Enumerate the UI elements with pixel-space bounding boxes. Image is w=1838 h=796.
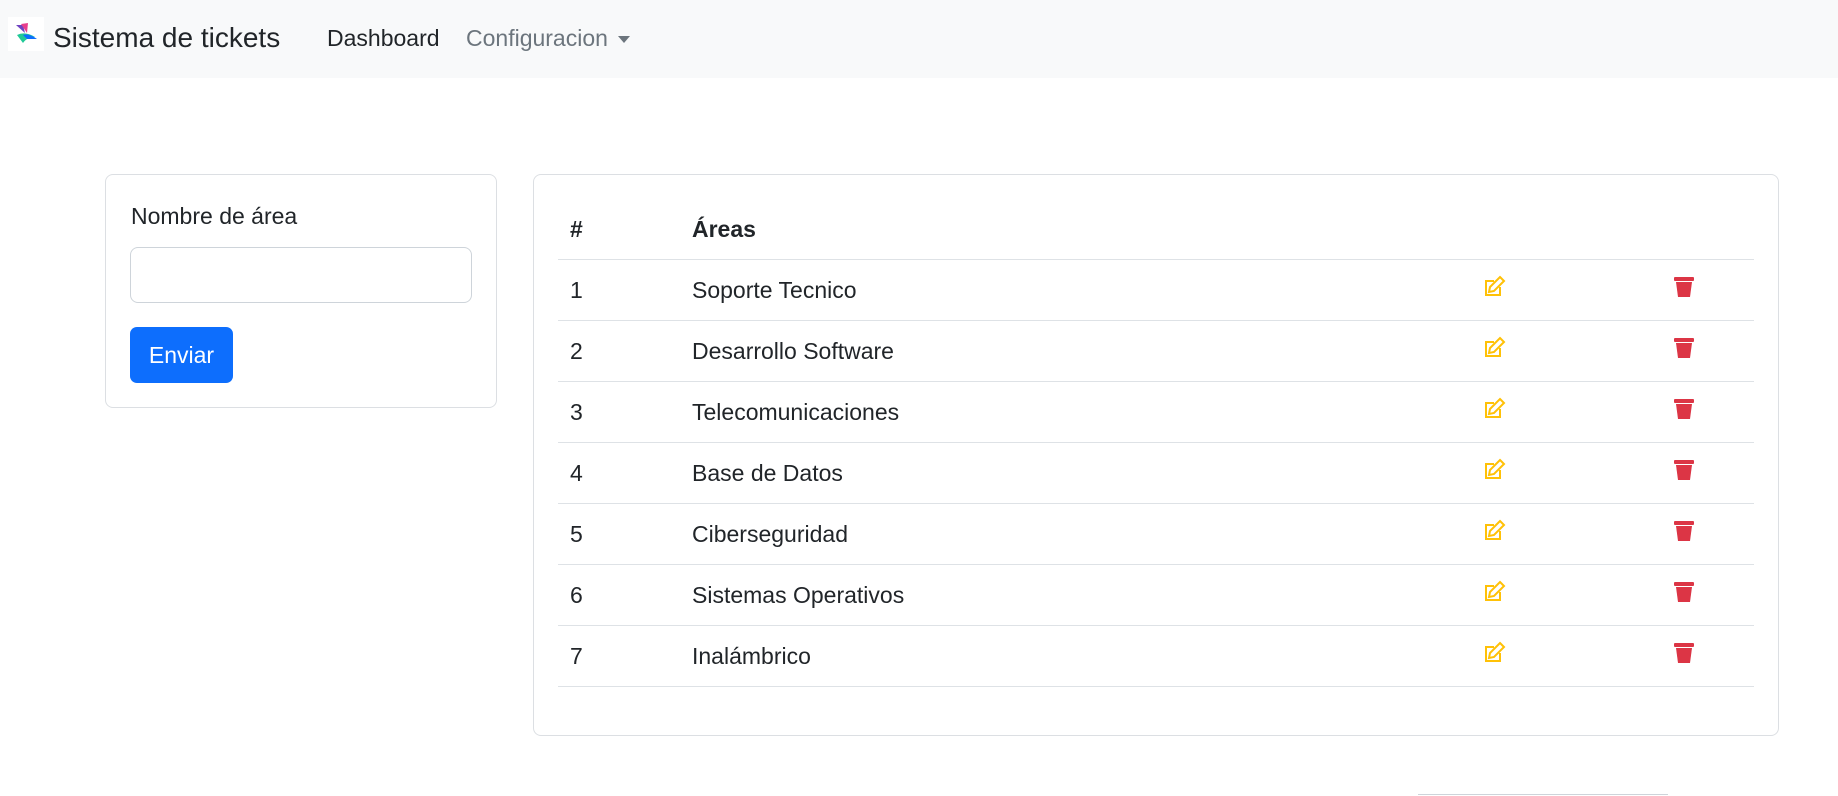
- nav-configuracion-dropdown[interactable]: Configuracion: [466, 22, 630, 54]
- trash-icon[interactable]: [1607, 580, 1695, 604]
- edit-icon[interactable]: [1452, 275, 1506, 299]
- row-area-name: Ciberseguridad: [692, 503, 1452, 565]
- nav-dashboard-link[interactable]: Dashboard: [327, 22, 440, 54]
- areas-table: # Áreas 1 Soporte Tecnico 2 Desarrollo S…: [558, 199, 1754, 687]
- edit-icon[interactable]: [1452, 458, 1506, 482]
- row-number: 5: [558, 503, 692, 565]
- header-delete: [1607, 199, 1754, 260]
- row-area-name: Inalámbrico: [692, 625, 1452, 687]
- row-number: 2: [558, 320, 692, 382]
- header-number: #: [558, 199, 692, 260]
- row-number: 3: [558, 381, 692, 443]
- area-name-input[interactable]: [130, 247, 472, 303]
- area-form-card: Nombre de área Enviar: [105, 174, 497, 408]
- table-row: 5 Ciberseguridad: [558, 503, 1754, 565]
- edit-icon[interactable]: [1452, 641, 1506, 665]
- table-header-row: # Áreas: [558, 199, 1754, 260]
- table-row: 6 Sistemas Operativos: [558, 564, 1754, 626]
- trash-icon[interactable]: [1607, 641, 1695, 665]
- trash-icon[interactable]: [1607, 458, 1695, 482]
- table-row: 1 Soporte Tecnico: [558, 259, 1754, 321]
- trash-icon[interactable]: [1607, 519, 1695, 543]
- row-number: 4: [558, 442, 692, 504]
- edit-icon[interactable]: [1452, 397, 1506, 421]
- header-edit: [1452, 199, 1607, 260]
- bottom-divider: [1418, 794, 1668, 795]
- area-name-label: Nombre de área: [131, 203, 298, 229]
- edit-icon[interactable]: [1452, 580, 1506, 604]
- areas-table-card: # Áreas 1 Soporte Tecnico 2 Desarrollo S…: [533, 174, 1779, 736]
- row-number: 7: [558, 625, 692, 687]
- header-areas: Áreas: [692, 199, 1452, 260]
- table-row: 4 Base de Datos: [558, 442, 1754, 504]
- top-navbar: Sistema de tickets Dashboard Configuraci…: [0, 0, 1838, 78]
- row-area-name: Desarrollo Software: [692, 320, 1452, 382]
- row-number: 6: [558, 564, 692, 626]
- caret-down-icon: [617, 35, 630, 43]
- edit-icon[interactable]: [1452, 336, 1506, 360]
- row-area-name: Sistemas Operativos: [692, 564, 1452, 626]
- row-area-name: Soporte Tecnico: [692, 259, 1452, 321]
- brand-title[interactable]: Sistema de tickets: [53, 18, 280, 58]
- row-area-name: Base de Datos: [692, 442, 1452, 504]
- trash-icon[interactable]: [1607, 275, 1695, 299]
- row-number: 1: [558, 259, 692, 321]
- table-row: 7 Inalámbrico: [558, 625, 1754, 687]
- row-area-name: Telecomunicaciones: [692, 381, 1452, 443]
- bird-logo-icon[interactable]: [8, 17, 44, 51]
- trash-icon[interactable]: [1607, 397, 1695, 421]
- table-row: 3 Telecomunicaciones: [558, 381, 1754, 443]
- submit-button[interactable]: Enviar: [130, 327, 233, 383]
- nav-configuracion-label: Configuracion: [466, 25, 608, 51]
- edit-icon[interactable]: [1452, 519, 1506, 543]
- table-row: 2 Desarrollo Software: [558, 320, 1754, 382]
- trash-icon[interactable]: [1607, 336, 1695, 360]
- table-body: 1 Soporte Tecnico 2 Desarrollo Software …: [558, 259, 1754, 687]
